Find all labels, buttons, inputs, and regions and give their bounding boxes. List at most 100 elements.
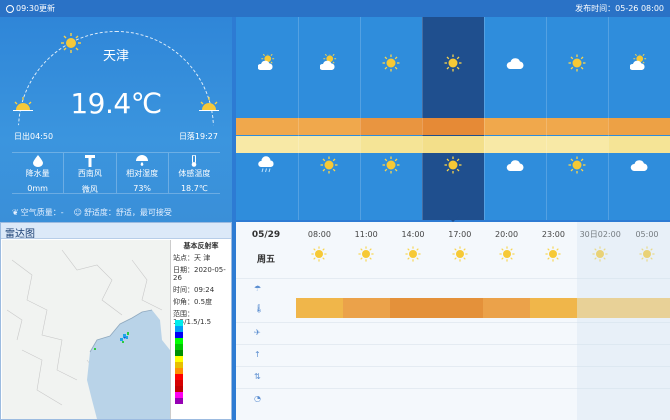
hourly-cell [530, 367, 577, 387]
hourly-cell [530, 389, 577, 409]
low-temp-cell [360, 136, 422, 153]
radar-title: 雷达图 [1, 223, 231, 240]
hourly-row-label: ☂ [236, 279, 296, 298]
wind-direction-icon [64, 155, 115, 167]
hourly-row-label: ⇅ [236, 367, 296, 386]
night-weather-icon [568, 156, 586, 177]
day-divider [608, 17, 609, 220]
radar-meta: 时间：09:24 [173, 286, 215, 294]
hourly-cell [483, 345, 530, 365]
seven-day-forecast [236, 17, 670, 222]
hourly-cell [623, 298, 670, 318]
hourly-cell [576, 298, 624, 318]
low-temp-cell [422, 136, 484, 153]
day-weather-icon [568, 54, 586, 75]
low-temp-cell [608, 136, 670, 153]
hourly-forecast: 05/29 周五 ☂ 🌡 ✈ ↑ ⇅ ◔ 08:00 11:00 14:00 17:00 20:00… [236, 222, 670, 420]
low-temp-cell [546, 136, 608, 153]
sun-icon [568, 54, 586, 72]
cloud-icon [630, 160, 648, 171]
hourly-cell [389, 298, 437, 318]
stat-precipitation: 降水量 0mm [12, 153, 65, 193]
hourly-cell [390, 279, 437, 299]
umbrella-icon: ☂ [254, 284, 262, 293]
sun-icon [382, 54, 400, 72]
hourly-cell [296, 367, 343, 387]
day-column[interactable] [360, 17, 422, 220]
cloud-sun-icon [629, 52, 647, 70]
air-info: ❦ 空气质量：- ☺ 舒适度：舒适，最可接受 [12, 207, 220, 218]
hourly-cell [296, 279, 343, 299]
day-column[interactable] [422, 17, 484, 220]
hourly-weather-icon [639, 246, 655, 265]
hourly-row-wind-dir: ↑ [236, 344, 670, 364]
hourly-cell [483, 323, 530, 343]
radar-legend: 基本反射率 站点：天 津 日期：2020-05-26 时间：09:24 仰角：0… [170, 240, 231, 419]
night-weather-icon [444, 156, 462, 177]
day-column[interactable] [608, 17, 670, 220]
day-column[interactable] [546, 17, 608, 220]
stat-value: 73% [133, 184, 152, 193]
radar-color-scale [175, 320, 183, 404]
day-divider [546, 17, 547, 220]
day-column[interactable] [236, 17, 298, 220]
night-weather-icon [258, 156, 276, 177]
sunset-time: 日落19:27 [178, 132, 218, 141]
high-temp-cell [236, 118, 298, 135]
hourly-week-text: 周五 [256, 255, 275, 265]
radar-map[interactable]: 基本反射率 站点：天 津 日期：2020-05-26 时间：09:24 仰角：0… [2, 240, 231, 419]
high-temp-cell [298, 118, 360, 135]
hourly-time: 20:00 [495, 229, 519, 239]
hourly-cell [530, 298, 577, 318]
cloud-rain-icon [258, 156, 274, 173]
stat-humidity: 相对湿度 73% [117, 153, 169, 193]
hourly-cell [483, 298, 530, 318]
cloud-sun-icon [257, 52, 275, 70]
top-bar: 09:30更新 发布时间：05-26 08:00 [0, 0, 670, 17]
pressure-icon: ⇅ [254, 372, 261, 381]
hourly-cell [436, 298, 484, 318]
hourly-cell [343, 345, 390, 365]
radar-panel: 雷达图 基本反射率 站点：天 津 日期：2020-05-26 时间：09:24 … [0, 222, 232, 420]
hourly-row-pressure: ⇅ [236, 366, 670, 386]
hourly-row-wind-speed: ✈ [236, 322, 670, 342]
hourly-row-humidity: ◔ [236, 388, 670, 408]
hourly-cell [343, 279, 390, 299]
radar-meta: 仰角：0.5度 [173, 298, 213, 306]
high-temp-cell [546, 118, 608, 135]
hourly-row-label: ↑ [236, 345, 296, 364]
day-divider [422, 17, 423, 220]
clock-icon [6, 4, 14, 13]
sun-icon [545, 246, 561, 262]
day-weather-icon [629, 52, 648, 75]
radar-station-title: 基本反射率 [183, 242, 219, 250]
hourly-cell [343, 389, 390, 409]
night-weather-icon [320, 156, 338, 177]
hourly-time: 23:00 [541, 229, 565, 239]
hourly-time: 14:00 [401, 229, 425, 239]
day-column[interactable] [484, 17, 546, 220]
comfort: ☺ 舒适度：舒适，最可接受 [74, 207, 172, 218]
comfort-text: 舒适度：舒适，最可接受 [83, 208, 172, 217]
sun-icon [311, 246, 327, 262]
hourly-weather-icon [311, 246, 327, 265]
stat-feels-like: 体感温度 18.7℃ [169, 153, 220, 193]
hourly-cell [436, 367, 483, 387]
day-column[interactable] [298, 17, 360, 220]
day-weather-icon [444, 54, 462, 75]
high-temp-cell [608, 118, 670, 135]
hourly-cell [436, 389, 483, 409]
night-weather-icon [506, 156, 524, 177]
sun-icon [444, 156, 462, 174]
update-text: 09:30更新 [16, 4, 56, 13]
wind-direction-icon: ↑ [254, 350, 261, 359]
day-weather-icon [382, 54, 400, 75]
sun-icon [568, 156, 586, 174]
night-weather-icon [630, 156, 648, 177]
hourly-cell [390, 323, 437, 343]
comfort-icon: ☺ [73, 208, 82, 217]
hourly-cell [577, 323, 624, 343]
hourly-cell [530, 279, 577, 299]
hourly-cell [390, 345, 437, 365]
hourly-weather-icon [499, 246, 515, 265]
